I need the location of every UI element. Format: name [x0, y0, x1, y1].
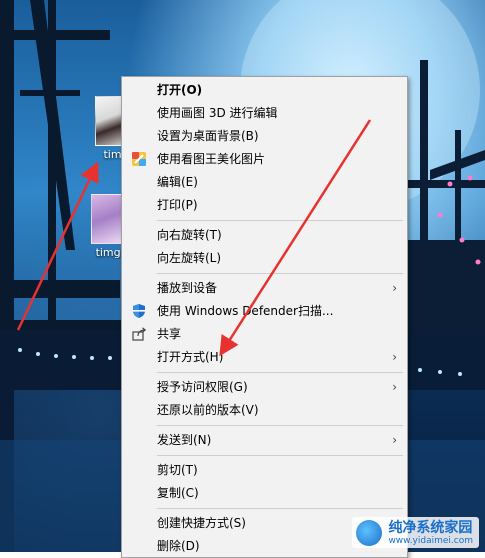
- menu-item-set-wallpaper[interactable]: 设置为桌面背景(B): [122, 125, 407, 148]
- menu-item-label: 还原以前的版本(V): [157, 403, 259, 417]
- menu-separator: [157, 220, 403, 221]
- menu-item-defender-scan[interactable]: 使用 Windows Defender扫描...: [122, 300, 407, 323]
- menu-item-label: 共享: [157, 327, 182, 341]
- menu-item-label: 发送到(N): [157, 433, 212, 447]
- menu-item-label: 使用看图王美化图片: [157, 152, 266, 166]
- site-logo-icon: [356, 520, 383, 546]
- menu-item-label: 删除(D): [157, 539, 200, 553]
- menu-item-label: 设置为桌面背景(B): [157, 129, 259, 143]
- chevron-right-icon: ›: [392, 281, 397, 295]
- menu-separator: [157, 508, 403, 509]
- menu-item-label: 播放到设备: [157, 281, 218, 295]
- menu-item-open[interactable]: 打开(O): [122, 79, 407, 102]
- menu-separator: [157, 425, 403, 426]
- watermark-url: www.yidaimei.com: [388, 536, 473, 546]
- context-menu: 打开(O) 使用画图 3D 进行编辑 设置为桌面背景(B) 使用看图王美化图片 …: [121, 76, 408, 558]
- menu-item-label: 复制(C): [157, 486, 199, 500]
- menu-separator: [157, 273, 403, 274]
- chevron-right-icon: ›: [392, 433, 397, 447]
- menu-item-open-with[interactable]: 打开方式(H) ›: [122, 346, 407, 369]
- menu-item-copy[interactable]: 复制(C): [122, 482, 407, 505]
- menu-separator: [157, 372, 403, 373]
- watermark-title: 纯净系统家园: [388, 520, 473, 536]
- menu-item-rotate-right[interactable]: 向右旋转(T): [122, 224, 407, 247]
- menu-item-label: 创建快捷方式(S): [157, 516, 246, 530]
- paint-app-icon: [131, 151, 147, 167]
- menu-item-share[interactable]: 共享: [122, 323, 407, 346]
- menu-item-beautify-image[interactable]: 使用看图王美化图片: [122, 148, 407, 171]
- chevron-right-icon: ›: [392, 380, 397, 394]
- menu-item-label: 向右旋转(T): [157, 228, 222, 242]
- menu-item-label: 使用 Windows Defender扫描...: [157, 304, 334, 318]
- menu-item-label: 编辑(E): [157, 175, 198, 189]
- menu-item-cast-to-device[interactable]: 播放到设备 ›: [122, 277, 407, 300]
- menu-item-label: 使用画图 3D 进行编辑: [157, 106, 278, 120]
- menu-item-label: 打印(P): [157, 198, 198, 212]
- menu-item-label: 向左旋转(L): [157, 251, 222, 265]
- menu-item-label: 授予访问权限(G): [157, 380, 248, 394]
- menu-item-cut[interactable]: 剪切(T): [122, 459, 407, 482]
- menu-item-label: 打开方式(H): [157, 350, 224, 364]
- menu-item-print[interactable]: 打印(P): [122, 194, 407, 217]
- menu-item-label: 剪切(T): [157, 463, 198, 477]
- menu-item-edit-paint3d[interactable]: 使用画图 3D 进行编辑: [122, 102, 407, 125]
- menu-item-give-access[interactable]: 授予访问权限(G) ›: [122, 376, 407, 399]
- menu-item-label: 打开(O): [157, 83, 203, 97]
- menu-separator: [157, 455, 403, 456]
- share-icon: [131, 326, 147, 342]
- menu-item-rotate-left[interactable]: 向左旋转(L): [122, 247, 407, 270]
- menu-item-restore-versions[interactable]: 还原以前的版本(V): [122, 399, 407, 422]
- chevron-right-icon: ›: [392, 350, 397, 364]
- menu-item-edit[interactable]: 编辑(E): [122, 171, 407, 194]
- site-watermark: 纯净系统家园 www.yidaimei.com: [352, 517, 479, 548]
- shield-icon: [131, 303, 147, 319]
- menu-item-send-to[interactable]: 发送到(N) ›: [122, 429, 407, 452]
